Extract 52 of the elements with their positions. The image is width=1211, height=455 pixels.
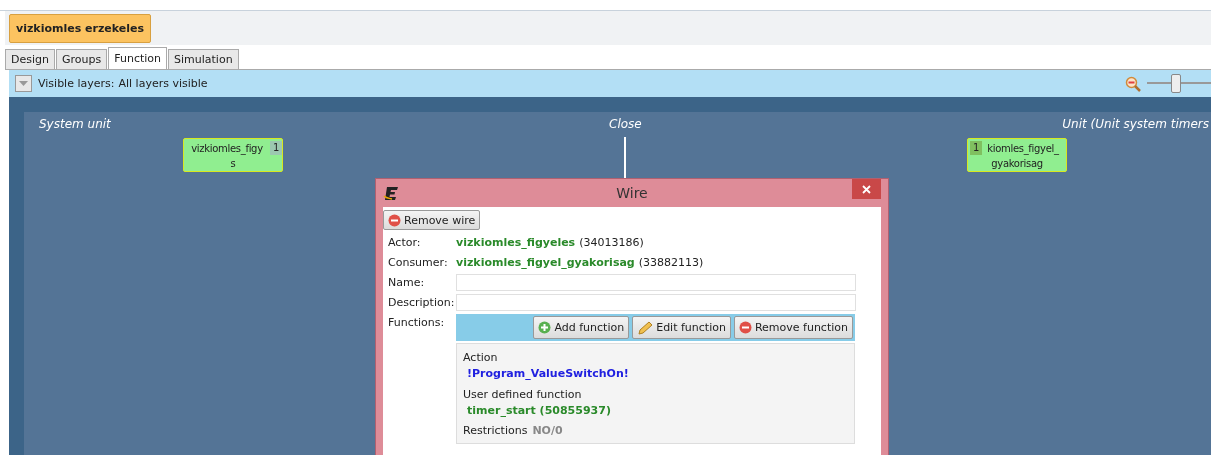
remove-icon — [738, 321, 752, 334]
close-icon — [862, 184, 871, 194]
add-icon — [538, 321, 552, 334]
tab[interactable]: Simulation — [168, 49, 239, 69]
slider-thumb[interactable] — [1170, 74, 1181, 93]
section-label: Close — [609, 117, 642, 131]
section-label: System unit — [39, 117, 111, 131]
node[interactable]: vizkiomles_figy 1 s — [183, 138, 283, 172]
remove-icon — [388, 213, 401, 227]
function-button[interactable]: Edit function — [632, 316, 731, 339]
field-label: Actor: — [388, 235, 422, 251]
function-label: User defined function — [463, 387, 583, 402]
remove-wire-button[interactable]: Remove wire — [383, 210, 481, 230]
tab[interactable]: Design — [5, 49, 55, 69]
field-id: (34013186) — [579, 236, 644, 249]
field-label: Description: — [388, 295, 456, 311]
function-button[interactable]: Remove function — [733, 316, 853, 339]
node-label: s — [230, 157, 236, 171]
layers-label: Visible layers: — [38, 77, 115, 90]
dropdown-button[interactable] — [15, 75, 32, 92]
pencil-icon — [637, 320, 654, 335]
field-label: Functions: — [388, 315, 446, 331]
node-badge: 1 — [970, 141, 983, 155]
function-button[interactable]: Add function — [533, 316, 630, 339]
restrictions-label: Restrictions — [463, 424, 528, 437]
caret-icon — [19, 80, 28, 87]
function-value: timer_start (50855937) — [467, 403, 612, 418]
action-value: !Program_ValueSwitchOn! — [467, 366, 630, 381]
node-label: vizkiomles_figy — [191, 142, 263, 156]
function-item[interactable]: Action !Program_ValueSwitchOn! User defined function timer_start (50855937) Restrictions NO/0 — [456, 343, 855, 444]
node-badge: 1 — [270, 141, 283, 155]
field-value: vizkiomles_figyel_gyakorisag — [456, 256, 635, 269]
field-value: vizkiomles_figyeles — [456, 236, 576, 249]
field-label: Consumer: — [388, 255, 449, 271]
field-label: Name: — [388, 275, 426, 291]
close-button[interactable] — [852, 179, 881, 199]
field-id: (33882113) — [638, 256, 704, 269]
dialog-title: Wire — [616, 185, 648, 201]
node-label: gyakorisag — [991, 157, 1043, 171]
zoom-out-icon[interactable] — [1125, 75, 1141, 92]
action-label: Action — [463, 350, 499, 365]
node-label: kiomles_figyel_ — [987, 142, 1059, 156]
input-field[interactable] — [456, 294, 856, 311]
input-field[interactable] — [456, 274, 856, 291]
layers-value: All layers visible — [118, 77, 208, 90]
project-button[interactable]: vizkiomles erzekeles — [9, 13, 152, 43]
tab[interactable]: Groups — [56, 49, 108, 69]
restrictions-value: NO/0 — [532, 424, 563, 437]
section-label: Unit (Unit system timers — [1062, 117, 1209, 131]
tab[interactable]: Function — [108, 47, 167, 69]
node[interactable]: 1 kiomles_figyel_ gyakorisag — [967, 138, 1067, 172]
app-logo-icon — [383, 185, 399, 201]
